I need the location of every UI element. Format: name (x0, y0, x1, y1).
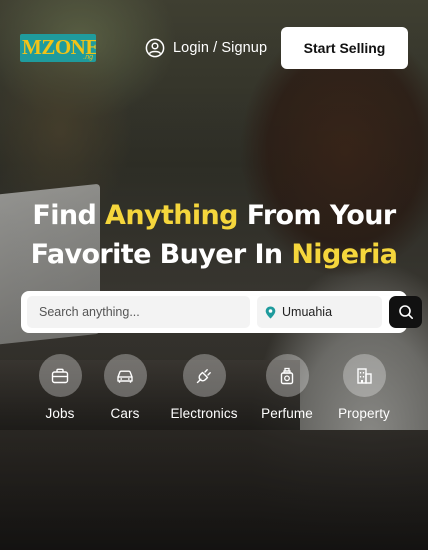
login-signup-label: Login / Signup (173, 40, 268, 56)
hero-background-photo (0, 0, 428, 550)
briefcase-icon (51, 368, 69, 383)
headline-line-1: Find Anything From Your (0, 196, 428, 235)
headline-line-2: Favorite Buyer In Nigeria (0, 235, 428, 274)
category-label: Cars (110, 406, 140, 421)
category-label: Perfume (261, 406, 313, 421)
location-pin-icon (265, 306, 276, 318)
logo-tld: .ng (83, 54, 93, 61)
background-overlay (0, 0, 428, 550)
location-value: Umuahia (282, 305, 333, 319)
category-label: Property (338, 406, 390, 421)
category-icon-circle (265, 354, 309, 397)
mzone-logo[interactable]: MZONE .ng (20, 34, 96, 62)
category-icon-circle (182, 354, 226, 397)
login-signup-link[interactable]: Login / Signup (145, 37, 267, 59)
headline-text: Find (32, 200, 106, 231)
category-icon-circle (342, 354, 386, 397)
search-icon (398, 305, 413, 319)
search-bar: Umuahia (21, 291, 422, 333)
category-label: Jobs (45, 406, 75, 421)
user-icon (145, 38, 165, 58)
search-button[interactable] (389, 296, 422, 328)
start-selling-button[interactable]: Start Selling (281, 27, 408, 69)
headline-text: Favorite Buyer In (30, 239, 292, 270)
plug-icon (196, 368, 211, 383)
building-icon (357, 367, 372, 384)
category-electronics[interactable]: Electronics (159, 354, 249, 421)
category-label: Electronics (170, 406, 238, 421)
category-icon-circle (103, 354, 147, 397)
category-property[interactable]: Property (319, 354, 409, 421)
category-cars[interactable]: Cars (80, 354, 170, 421)
headline-highlight-anything: Anything (105, 200, 238, 231)
location-selector[interactable]: Umuahia (257, 296, 382, 328)
car-icon (117, 370, 133, 383)
headline-highlight-nigeria: Nigeria (291, 239, 398, 270)
category-icon-circle (38, 354, 82, 397)
perfume-bottle-icon (280, 367, 294, 384)
hero-headline: Find Anything From Your Favorite Buyer I… (0, 196, 428, 274)
search-input[interactable] (27, 296, 250, 328)
headline-text: From Your (237, 200, 396, 231)
